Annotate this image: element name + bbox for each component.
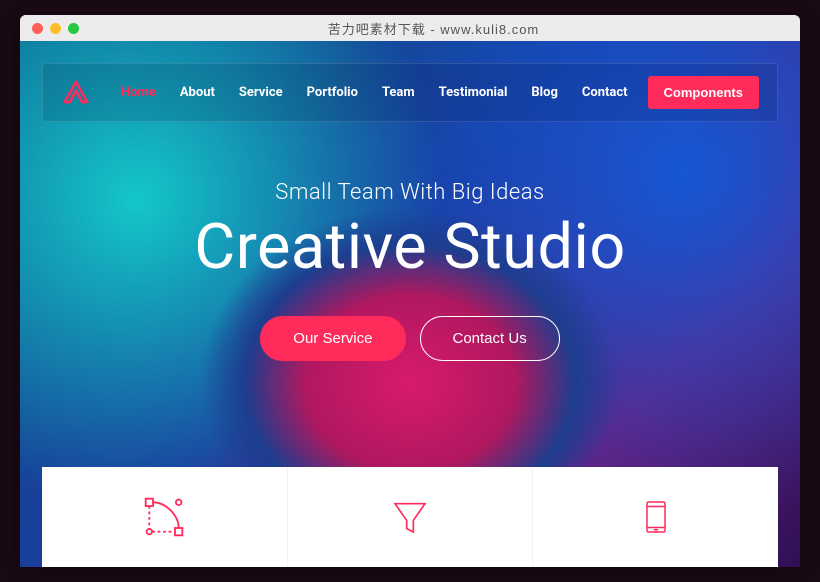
nav-item-blog[interactable]: Blog xyxy=(531,85,558,100)
feature-row xyxy=(42,467,778,567)
logo-icon[interactable] xyxy=(61,78,91,108)
nav-item-home[interactable]: Home xyxy=(121,85,156,100)
hero: Small Team With Big Ideas Creative Studi… xyxy=(20,180,800,361)
feature-card[interactable] xyxy=(533,467,778,567)
nav-item-team[interactable]: Team xyxy=(382,85,415,100)
vector-icon xyxy=(142,495,186,539)
nav-item-testimonial[interactable]: Testimonial xyxy=(439,85,508,100)
funnel-icon xyxy=(390,497,430,537)
components-button[interactable]: Components xyxy=(648,76,759,109)
page-title: 苦力吧素材下载 - www.kuli8.com xyxy=(79,19,788,38)
minimize-icon[interactable] xyxy=(50,23,61,34)
mobile-icon xyxy=(638,497,674,537)
window-controls xyxy=(32,23,79,34)
close-icon[interactable] xyxy=(32,23,43,34)
page-content: Home About Service Portfolio Team Testim… xyxy=(20,41,800,567)
navbar: Home About Service Portfolio Team Testim… xyxy=(42,63,778,122)
nav-item-contact[interactable]: Contact xyxy=(582,85,628,100)
browser-window: 苦力吧素材下载 - www.kuli8.com Home About Servi… xyxy=(20,15,800,567)
maximize-icon[interactable] xyxy=(68,23,79,34)
feature-card[interactable] xyxy=(42,467,288,567)
contact-us-button[interactable]: Contact Us xyxy=(420,316,560,361)
nav-item-portfolio[interactable]: Portfolio xyxy=(307,85,358,100)
feature-card[interactable] xyxy=(288,467,534,567)
titlebar: 苦力吧素材下载 - www.kuli8.com xyxy=(20,15,800,41)
hero-subtitle: Small Team With Big Ideas xyxy=(20,180,800,205)
our-service-button[interactable]: Our Service xyxy=(260,316,405,361)
nav-item-service[interactable]: Service xyxy=(239,85,283,100)
hero-buttons: Our Service Contact Us xyxy=(20,316,800,361)
nav-item-about[interactable]: About xyxy=(180,85,215,100)
hero-title: Creative Studio xyxy=(20,211,800,284)
nav-links: Home About Service Portfolio Team Testim… xyxy=(121,85,628,100)
